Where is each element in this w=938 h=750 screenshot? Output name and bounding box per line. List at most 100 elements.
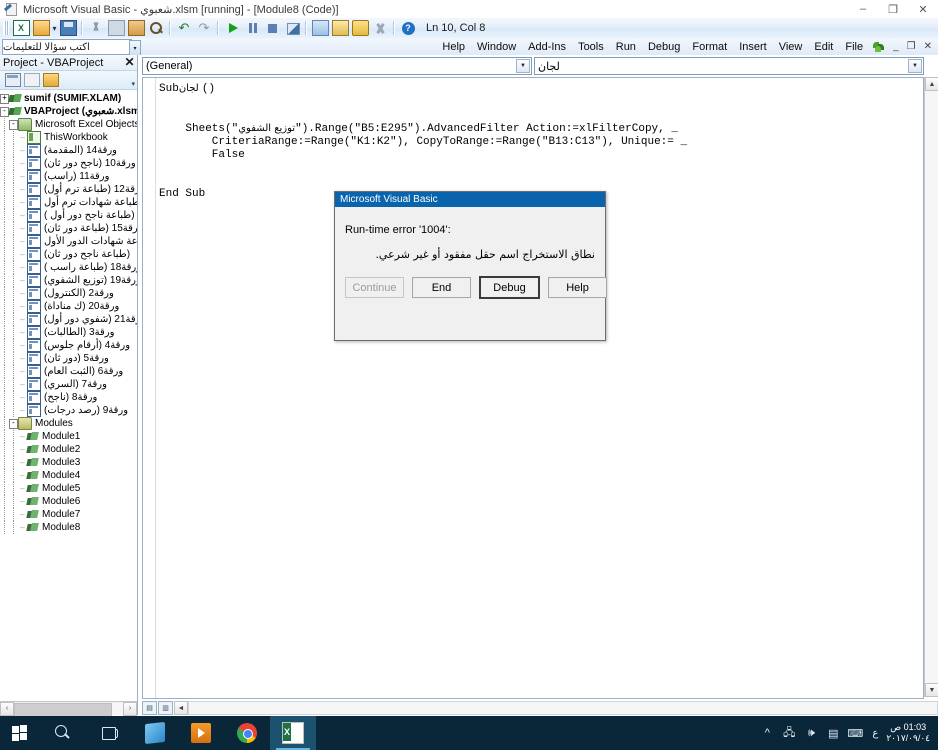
close-button[interactable]: ✕ <box>908 0 938 18</box>
collapse-icon[interactable]: - <box>0 106 9 117</box>
tree-item[interactable]: – Module2 <box>0 443 137 456</box>
reset-button[interactable] <box>262 19 282 37</box>
volume-icon[interactable]: 🕪 <box>800 716 822 750</box>
collapse-icon[interactable]: - <box>9 418 18 429</box>
expand-icon[interactable]: + <box>0 93 9 104</box>
end-button[interactable]: End <box>412 277 471 298</box>
menu-item-help[interactable]: Help <box>436 40 471 54</box>
menu-item-format[interactable]: Format <box>686 40 733 54</box>
chevron-down-icon[interactable]: ▾ <box>129 40 141 56</box>
tree-item[interactable]: – ورقة2 (الكنترول) <box>0 287 137 300</box>
tree-item[interactable]: – (طباعة ناجح دور أول ) <box>0 209 137 222</box>
tree-item[interactable]: – ورقة18 (طباعة راسب ) <box>0 261 137 274</box>
show-hidden-icons-icon[interactable]: ^ <box>756 716 778 750</box>
scroll-down-icon[interactable]: ▼ <box>925 683 938 697</box>
tree-item[interactable]: + sumif (SUMIF.XLAM) <box>0 92 137 105</box>
cut-button[interactable] <box>86 19 106 37</box>
scroll-left-icon[interactable]: ◄ <box>174 701 188 715</box>
object-combo[interactable]: (General) ▼ <box>142 57 532 75</box>
chevron-down-icon[interactable]: ▼ <box>516 59 530 73</box>
menu-item-debug[interactable]: Debug <box>642 40 686 54</box>
tree-item[interactable]: – ThisWorkbook <box>0 131 137 144</box>
taskbar-media-player[interactable] <box>178 716 224 750</box>
close-icon[interactable]: ✕ <box>123 55 136 69</box>
vscroll-track[interactable] <box>925 91 938 683</box>
code-vscrollbar[interactable]: ▲ ▼ <box>924 77 938 697</box>
tree-expander[interactable]: - <box>9 118 18 131</box>
menu-item-edit[interactable]: Edit <box>808 40 839 54</box>
tree-item[interactable]: – ورقة11 (راسب) <box>0 170 137 183</box>
view-code-button[interactable] <box>3 72 22 88</box>
object-browser-button[interactable] <box>350 19 370 37</box>
code-margin-indicator-bar[interactable] <box>143 78 156 698</box>
procedure-combo[interactable]: لجان ▼ <box>534 57 924 75</box>
scroll-right-icon[interactable]: › <box>123 701 137 716</box>
menu-item-add-ins[interactable]: Add-Ins <box>522 40 572 54</box>
tree-item[interactable]: – (طباعة ناجح دور ثان) <box>0 248 137 261</box>
project-explorer-button[interactable] <box>310 19 330 37</box>
tree-item[interactable]: – ورقة9 (رصد درجات) <box>0 404 137 417</box>
help-button[interactable]: Help <box>548 277 607 298</box>
insert-dropdown-arrow[interactable]: ▾ <box>51 24 58 33</box>
tree-item[interactable]: – ورقة14 (المقدمة) <box>0 144 137 157</box>
tree-item[interactable]: – ورقة10 (ناجح دور ثان) <box>0 157 137 170</box>
help-button[interactable] <box>398 19 418 37</box>
tree-item[interactable]: – Module1 <box>0 430 137 443</box>
code-text[interactable]: Sub لجان() Sheets("توزيع الشفوي").Range(… <box>159 82 923 201</box>
tree-expander[interactable]: + <box>0 92 9 105</box>
menu-item-view[interactable]: View <box>773 40 809 54</box>
tree-item[interactable]: – ورقة20 (ك مناداة) <box>0 300 137 313</box>
tree-item[interactable]: – Module5 <box>0 482 137 495</box>
tree-expander[interactable]: - <box>0 105 9 118</box>
menu-item-tools[interactable]: Tools <box>572 40 610 54</box>
procedure-view-button[interactable]: ▤ <box>142 701 157 715</box>
toggle-folders-button[interactable] <box>41 72 60 88</box>
tree-item[interactable]: – Module8 <box>0 521 137 534</box>
chevron-down-icon[interactable]: ▾ <box>131 80 135 88</box>
break-button[interactable] <box>242 19 262 37</box>
view-object-button[interactable] <box>22 72 41 88</box>
tree-item[interactable]: – Module6 <box>0 495 137 508</box>
redo-button[interactable] <box>194 19 214 37</box>
language-indicator[interactable]: ع <box>866 716 884 750</box>
tree-item[interactable]: - Microsoft Excel Objects <box>0 118 137 131</box>
taskbar-search[interactable] <box>40 716 86 750</box>
project-explorer-hscrollbar[interactable]: ‹ › <box>0 701 137 717</box>
hscroll-track[interactable] <box>14 702 123 717</box>
view-excel-button[interactable] <box>11 19 31 37</box>
mdi-minimize-button[interactable]: _ <box>889 41 903 52</box>
keyboard-icon[interactable]: ⌨ <box>844 716 866 750</box>
hscroll-thumb[interactable] <box>14 702 112 717</box>
tree-item[interactable]: – ورقة7 (السري) <box>0 378 137 391</box>
tree-item[interactable]: – ورقة12 (طباعة ترم أول) <box>0 183 137 196</box>
ask-a-question-input[interactable]: اكتب سؤالا للتعليمات ▾ <box>2 39 141 56</box>
run-button[interactable] <box>222 19 242 37</box>
full-module-view-button[interactable]: ▥ <box>158 701 173 715</box>
tree-item[interactable]: – ورقة3 (الطالبات) <box>0 326 137 339</box>
tree-item[interactable]: – طباعة شهادات ترم أول <box>0 196 137 209</box>
taskbar-chrome[interactable] <box>224 716 270 750</box>
copy-button[interactable] <box>106 19 126 37</box>
toolbox-button[interactable] <box>370 19 390 37</box>
tree-item[interactable]: – ورقة6 (الثبت العام) <box>0 365 137 378</box>
menu-item-run[interactable]: Run <box>610 40 642 54</box>
chevron-down-icon[interactable]: ▼ <box>908 59 922 73</box>
mdi-close-button[interactable]: ✕ <box>920 41 936 52</box>
undo-button[interactable] <box>174 19 194 37</box>
menu-item-insert[interactable]: Insert <box>733 40 773 54</box>
tree-item[interactable]: – ورقة19 (توزيع الشفوي) <box>0 274 137 287</box>
office-assistant-icon[interactable] <box>871 40 887 54</box>
tree-expander[interactable]: - <box>9 417 18 430</box>
tree-item[interactable]: – Module7 <box>0 508 137 521</box>
properties-window-button[interactable] <box>330 19 350 37</box>
project-tree[interactable]: + sumif (SUMIF.XLAM) - VBAProject (شعبوي.xl… <box>0 90 137 701</box>
taskbar-excel[interactable] <box>270 716 316 750</box>
menu-item-window[interactable]: Window <box>471 40 522 54</box>
tree-item[interactable]: – ورقة21 (شفوي دور أول) <box>0 313 137 326</box>
taskbar-store[interactable] <box>132 716 178 750</box>
scroll-left-icon[interactable]: ‹ <box>0 701 14 716</box>
scroll-up-icon[interactable]: ▲ <box>925 77 938 91</box>
code-editor[interactable]: Sub لجان() Sheets("توزيع الشفوي").Range(… <box>142 77 924 699</box>
taskbar-task-view[interactable] <box>86 716 132 750</box>
paste-button[interactable] <box>126 19 146 37</box>
